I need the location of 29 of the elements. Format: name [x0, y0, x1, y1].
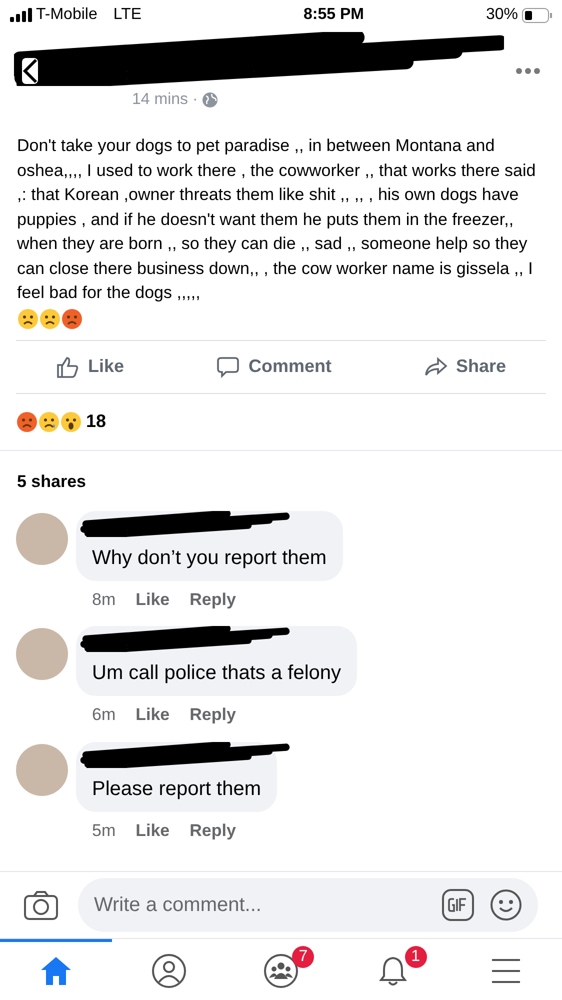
reply-link[interactable]: Reply [190, 586, 236, 612]
reaction-count[interactable]: 18 [86, 408, 106, 435]
post-time: 14 mins · [132, 90, 198, 110]
reply-link[interactable]: Reply [190, 702, 236, 728]
reply-link[interactable]: Reply [190, 818, 236, 843]
like-link[interactable]: Like [136, 586, 170, 612]
post-action-button[interactable]: Share [424, 353, 506, 380]
notification-badge: 7 [292, 946, 314, 968]
post-action-button[interactable]: Comment [216, 353, 332, 380]
comment-text: Um call police thats a felony [92, 662, 342, 684]
carrier-name: T-Mobile [36, 5, 98, 25]
notification-badge: 1 [404, 946, 427, 968]
comment-time: 6m [92, 704, 116, 726]
battery-percent: 30% [486, 5, 518, 25]
nav-tab[interactable]: 1 [337, 939, 450, 1000]
comment-time: 8m [92, 588, 116, 610]
like-link[interactable]: Like [136, 702, 170, 728]
comment-input[interactable]: Write a comment... [94, 890, 442, 920]
comment-field[interactable]: Write a comment... [78, 878, 538, 932]
clock: 8:55 PM [304, 5, 364, 25]
comment-text: Please report them [92, 778, 261, 800]
nav-tab[interactable]: 7 [224, 939, 338, 1000]
post-action-button[interactable]: Like [56, 353, 124, 380]
shares-count[interactable]: 5 shares [17, 472, 86, 490]
comment-text: Why don’t you report them [92, 546, 327, 568]
comment-time: 5m [92, 820, 116, 842]
network-type: LTE [113, 5, 142, 25]
like-link[interactable]: Like [136, 818, 170, 843]
post-text: Don't take your dogs to pet paradise ,, in between Montana and oshea,,,, I used to work there , the cowworker ,, that works there said ,: that Korean ,owner threats them like shit ,, ,, , his own dogs have puppies , and if he doesn't want them he puts them in the freezer,, when they are born ,, so they can die ,, sad ,, someone help so they can close there business down,, , the cow worker name is gissela ,, I feel bad for the dogs ,,,,, [17, 135, 537, 304]
